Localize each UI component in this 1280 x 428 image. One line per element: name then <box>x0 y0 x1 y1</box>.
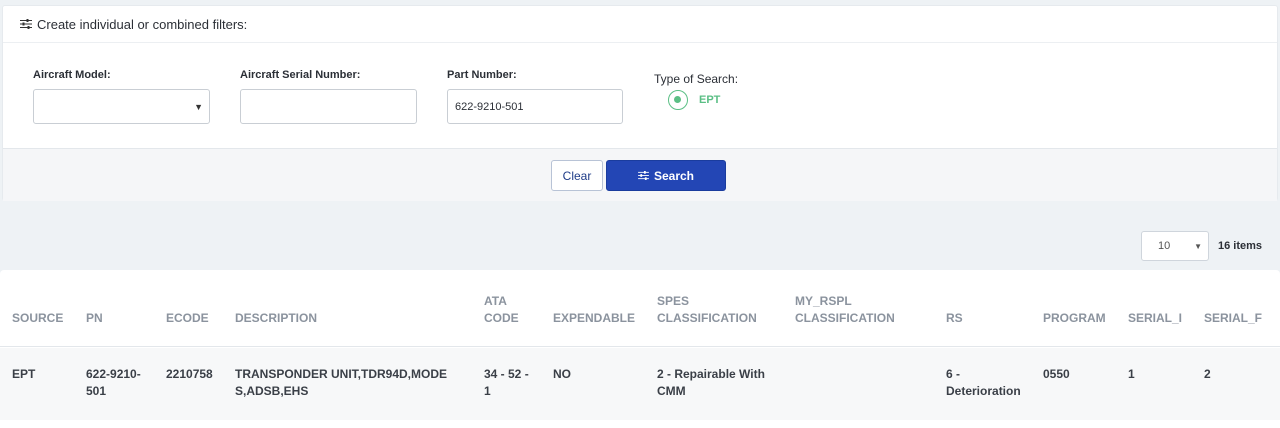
part-number-label: Part Number: <box>447 69 517 81</box>
filter-header: Create individual or combined filters: <box>3 6 1277 43</box>
column-header-description[interactable]: DESCRIPTION <box>235 310 317 327</box>
results-table: SOURCE PN ECODE DESCRIPTION ATA CODE EXP… <box>0 270 1280 428</box>
column-header-spes-line1: SPES <box>657 294 690 308</box>
cell-pn-line1: 622-9210- <box>86 367 141 381</box>
cell-spes-classification: 2 - Repairable With CMM <box>657 366 765 400</box>
search-type-label: Type of Search: <box>654 72 739 86</box>
part-number-value: 622-9210-501 <box>455 100 524 113</box>
column-header-rspl-line1: MY_RSPL <box>795 294 852 308</box>
column-header-rspl-classification[interactable]: MY_RSPL CLASSIFICATION <box>795 293 895 327</box>
column-header-serial-f[interactable]: SERIAL_F <box>1204 310 1262 327</box>
cell-pn: 622-9210- 501 <box>86 366 141 400</box>
action-bar: Clear Search <box>3 148 1277 201</box>
cell-ata-code: 34 - 52 - 1 <box>484 366 529 400</box>
cell-rs-line1: 6 - <box>946 367 961 381</box>
sliders-icon <box>638 171 649 180</box>
filter-header-text: Create individual or combined filters: <box>37 16 248 32</box>
cell-program: 0550 <box>1043 367 1070 381</box>
cell-serial-i: 1 <box>1128 367 1135 381</box>
column-header-spes-classification[interactable]: SPES CLASSIFICATION <box>657 293 757 327</box>
clear-button[interactable]: Clear <box>551 160 603 191</box>
column-header-expendable[interactable]: EXPENDABLE <box>553 310 635 327</box>
chevron-down-icon: ▼ <box>1194 242 1202 251</box>
items-count: 16 items <box>1218 240 1263 252</box>
cell-description-line1: TRANSPONDER UNIT,TDR94D,MODE <box>235 367 448 381</box>
cell-expendable: NO <box>553 367 571 381</box>
column-header-ata-line1: ATA <box>484 294 507 308</box>
cell-spes-line1: 2 - Repairable With <box>657 367 765 381</box>
serial-number-input[interactable] <box>240 89 417 124</box>
cell-ecode: 2210758 <box>166 367 213 381</box>
search-button[interactable]: Search <box>606 160 726 191</box>
search-type-radio[interactable] <box>668 90 688 110</box>
page-size-value: 10 <box>1158 240 1171 252</box>
column-header-source[interactable]: SOURCE <box>12 310 63 327</box>
column-header-rspl-line2: CLASSIFICATION <box>795 311 895 325</box>
part-number-input[interactable]: 622-9210-501 <box>447 89 623 124</box>
sliders-icon <box>20 19 32 29</box>
cell-pn-line2: 501 <box>86 384 107 398</box>
search-button-label: Search <box>653 168 695 183</box>
column-header-program[interactable]: PROGRAM <box>1043 310 1106 327</box>
cell-rs-line2: Deterioration <box>946 384 1021 398</box>
cell-ata-line2: 1 <box>484 384 491 398</box>
column-header-ecode[interactable]: ECODE <box>166 310 209 327</box>
aircraft-model-label: Aircraft Model: <box>33 69 111 81</box>
table-header: SOURCE PN ECODE DESCRIPTION ATA CODE EXP… <box>0 270 1280 347</box>
serial-number-label: Aircraft Serial Number: <box>240 69 361 81</box>
cell-description-line2: S,ADSB,EHS <box>235 384 309 398</box>
column-header-serial-i[interactable]: SERIAL_I <box>1128 310 1182 327</box>
column-header-ata-line2: CODE <box>484 311 519 325</box>
column-header-pn[interactable]: PN <box>86 310 103 327</box>
cell-source: EPT <box>12 367 36 381</box>
column-header-rs[interactable]: RS <box>946 310 963 327</box>
cell-serial-f: 2 <box>1204 367 1211 381</box>
cell-rs: 6 - Deterioration <box>946 366 1021 400</box>
page-size-select[interactable]: 10 ▼ <box>1141 231 1209 261</box>
chevron-down-icon: ▼ <box>194 102 203 112</box>
aircraft-model-select[interactable]: ▼ <box>33 89 210 124</box>
cell-ata-line1: 34 - 52 - <box>484 367 529 381</box>
search-type-option[interactable]: EPT <box>699 94 720 106</box>
column-header-ata-code[interactable]: ATA CODE <box>484 293 519 327</box>
filter-panel: Create individual or combined filters: A… <box>2 5 1278 201</box>
table-row[interactable]: EPT 622-9210- 501 2210758 TRANSPONDER UN… <box>0 348 1280 420</box>
cell-spes-line2: CMM <box>657 384 686 398</box>
column-header-spes-line2: CLASSIFICATION <box>657 311 757 325</box>
cell-description: TRANSPONDER UNIT,TDR94D,MODE S,ADSB,EHS <box>235 366 447 400</box>
